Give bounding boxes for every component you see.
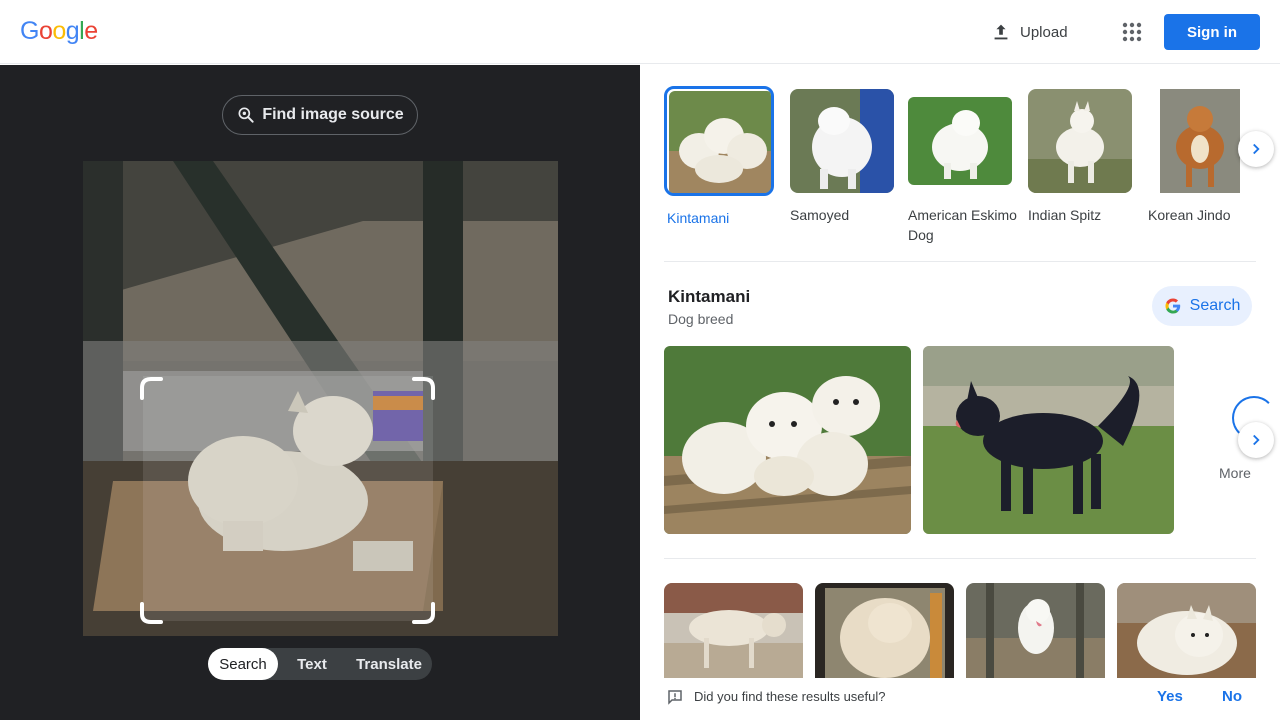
knowledge-search-button[interactable]: Search xyxy=(1152,286,1252,326)
visual-match-image[interactable] xyxy=(966,583,1105,678)
logo-letter: G xyxy=(20,17,39,45)
breed-thumbnail xyxy=(1028,89,1132,193)
lens-image-pane: Find image source Search Text Translate xyxy=(0,65,640,720)
breed-name: Samoyed xyxy=(790,207,850,223)
chevron-right-icon xyxy=(1253,434,1260,446)
upload-button[interactable]: Upload xyxy=(990,18,1068,46)
knowledge-search-label: Search xyxy=(1189,297,1241,314)
knowledge-subtitle: Dog breed xyxy=(668,311,734,327)
lens-search-icon xyxy=(238,107,254,123)
mode-text-tab[interactable]: Text xyxy=(278,648,346,680)
knowledge-title: Kintamani xyxy=(668,287,751,306)
breed-name: Kintamani xyxy=(667,210,730,226)
feedback-yes-button[interactable]: Yes xyxy=(1157,688,1183,705)
visual-match-image[interactable] xyxy=(1117,583,1256,678)
results-pane: Kintamani Samoyed American Eskimo Dog In… xyxy=(640,65,1280,720)
divider xyxy=(664,261,1256,262)
knowledge-image-black-dog[interactable] xyxy=(923,346,1174,534)
divider xyxy=(664,558,1256,559)
breed-chip-indian-spitz[interactable]: Indian Spitz xyxy=(1028,89,1140,225)
feedback-question: Did you find these results useful? xyxy=(694,689,886,704)
more-link[interactable]: More xyxy=(1219,465,1251,481)
breed-thumbnail xyxy=(908,89,1012,193)
breed-carousel: Kintamani Samoyed American Eskimo Dog In… xyxy=(664,86,1280,249)
lens-mode-switch: Search Text Translate xyxy=(208,648,432,680)
top-bar: Google Upload Sign in xyxy=(0,0,1280,64)
visual-match-image[interactable] xyxy=(815,583,954,678)
feedback-no-button[interactable]: No xyxy=(1222,688,1242,705)
logo-letter: o xyxy=(52,17,66,45)
breed-name: Korean Jindo xyxy=(1148,207,1231,223)
breed-name: American Eskimo Dog xyxy=(908,207,1017,243)
query-image xyxy=(83,161,558,636)
google-logo[interactable]: Google xyxy=(20,17,98,46)
breed-chip-kintamani[interactable]: Kintamani xyxy=(664,86,779,228)
logo-letter: g xyxy=(65,17,80,45)
mode-translate-tab[interactable]: Translate xyxy=(346,648,432,680)
knowledge-image-puppies[interactable] xyxy=(664,346,911,534)
breed-chip-samoyed[interactable]: Samoyed xyxy=(790,89,902,225)
logo-letter: e xyxy=(84,17,98,45)
knowledge-images-next-button[interactable] xyxy=(1238,422,1274,458)
logo-letter: o xyxy=(38,17,53,45)
breed-name: Indian Spitz xyxy=(1028,207,1102,223)
chevron-right-icon xyxy=(1253,143,1260,155)
sign-in-button[interactable]: Sign in xyxy=(1164,14,1260,50)
breed-thumbnail xyxy=(664,86,774,196)
breed-thumbnail xyxy=(790,89,894,193)
upload-icon xyxy=(994,24,1008,40)
visual-match-image[interactable] xyxy=(664,583,803,678)
apps-grid-icon[interactable] xyxy=(1120,20,1144,44)
breed-chip-american-eskimo-dog[interactable]: American Eskimo Dog xyxy=(908,89,1020,245)
mode-search-tab[interactable]: Search xyxy=(208,648,278,680)
breed-carousel-next-button[interactable] xyxy=(1238,131,1274,167)
feedback-bar: Did you find these results useful? Yes N… xyxy=(640,680,1280,720)
find-image-source-button[interactable]: Find image source xyxy=(222,95,418,135)
feedback-icon xyxy=(668,690,682,705)
breed-thumbnail xyxy=(1148,89,1252,193)
find-image-source-label: Find image source xyxy=(262,106,404,123)
upload-label: Upload xyxy=(1020,23,1068,41)
google-g-icon xyxy=(1165,298,1180,314)
